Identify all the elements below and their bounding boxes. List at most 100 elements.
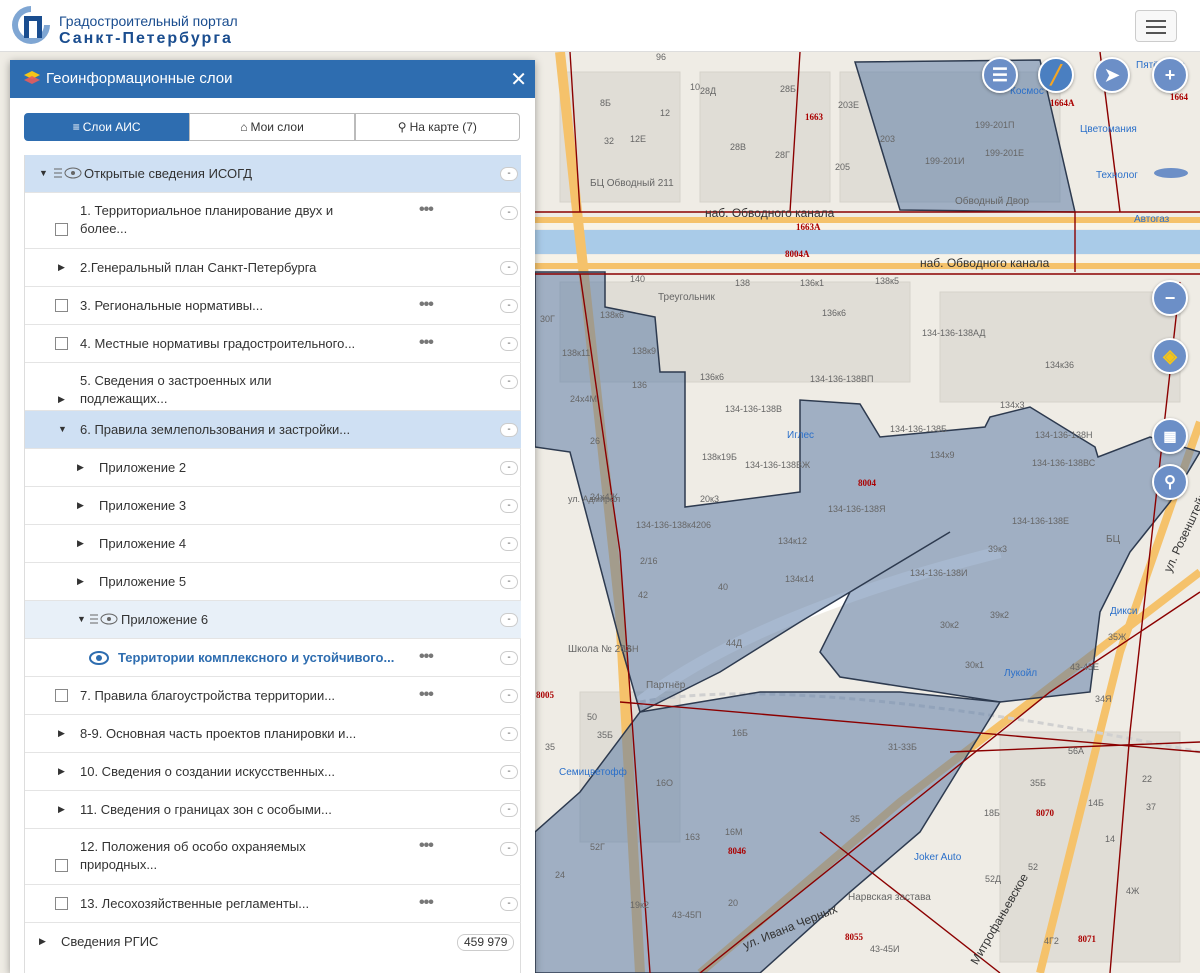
tree-item[interactable]: ▶ 2.Генеральный план Санкт-Петербурга - (25, 249, 521, 287)
tree-item-label: Территории комплексного и устойчивого... (118, 650, 395, 665)
opacity-toggle[interactable]: - (500, 689, 518, 703)
layer-checkbox[interactable] (55, 897, 68, 910)
poi-label: Иглес (787, 430, 815, 441)
opacity-toggle[interactable]: - (500, 842, 518, 856)
expand-arrow-icon[interactable]: ▶ (77, 462, 84, 473)
expand-arrow-icon[interactable]: ▶ (58, 262, 65, 273)
opacity-toggle[interactable]: - (500, 537, 518, 551)
search-button[interactable]: ⚲ (1152, 464, 1188, 500)
expand-arrow-icon[interactable]: ▶ (77, 500, 84, 511)
opacity-toggle[interactable]: - (500, 575, 518, 589)
opacity-toggle[interactable]: - (500, 651, 518, 665)
building-number-label: 4Г2 (1044, 936, 1059, 946)
opacity-toggle[interactable]: - (500, 765, 518, 779)
tree-item[interactable]: ▶ Приложение 4 - (25, 525, 521, 563)
cadastral-label: 8071 (1078, 934, 1096, 944)
opacity-toggle[interactable]: - (500, 499, 518, 513)
eye-icon[interactable] (89, 651, 109, 665)
tree-item[interactable]: 3. Региональные нормативы... ••• - (25, 287, 521, 325)
tree-item[interactable]: 4. Местные нормативы градостроительного.… (25, 325, 521, 363)
portal-logo-icon[interactable] (10, 4, 52, 46)
tree-item[interactable]: 7. Правила благоустройства территории...… (25, 677, 521, 715)
tree-group-isogd[interactable]: ▼ Открытые сведения ИСОГД - (25, 155, 521, 193)
layers-button[interactable]: ◈ (1152, 338, 1188, 374)
zoom-in-button[interactable]: + (1152, 57, 1188, 93)
layer-checkbox[interactable] (55, 859, 68, 872)
opacity-toggle[interactable]: - (500, 423, 518, 437)
opacity-toggle[interactable]: - (500, 261, 518, 275)
building-number-label: 138к9 (632, 346, 656, 356)
building-number-label: 199-201П (975, 120, 1015, 130)
opacity-toggle[interactable]: - (500, 167, 518, 181)
tab-ais-layers[interactable]: ≡ Слои АИС (24, 113, 190, 141)
layer-checkbox[interactable] (55, 337, 68, 350)
basemap-button[interactable]: ▦ (1152, 418, 1188, 454)
expand-arrow-icon[interactable]: ▶ (58, 804, 65, 815)
opacity-toggle[interactable]: - (500, 803, 518, 817)
poi-label: Космос (1010, 86, 1044, 97)
opacity-toggle[interactable]: - (500, 299, 518, 313)
collapse-arrow-icon[interactable]: ▼ (39, 168, 48, 178)
tree-item[interactable]: ▶ Приложение 5 - (25, 563, 521, 601)
close-icon[interactable]: ✕ (510, 67, 527, 92)
tree-item-label-cont: более... (80, 221, 128, 236)
tab-on-map[interactable]: ⚲ На карте (7) (354, 113, 520, 141)
tree-item[interactable]: ▶ Приложение 3 - (25, 487, 521, 525)
tree-item-label: 10. Сведения о создании искусственных... (80, 764, 335, 779)
more-options-icon[interactable]: ••• (419, 334, 434, 352)
tab-my-layers[interactable]: ⌂ Мои слои (189, 113, 355, 141)
expand-arrow-icon[interactable]: ▶ (39, 936, 46, 947)
building-number-label: 136 (632, 380, 648, 390)
tree-item[interactable]: ▶ 8-9. Основная часть проектов планировк… (25, 715, 521, 753)
tree-item-label: 3. Региональные нормативы... (80, 298, 263, 313)
building-number-label: 16М (725, 827, 743, 837)
tree-item[interactable]: ▶ 11. Сведения о границах зон с особыми.… (25, 791, 521, 829)
zoom-slider-handle[interactable] (1154, 168, 1188, 178)
layer-visibility-icon[interactable] (89, 612, 119, 626)
layer-visibility-icon[interactable] (53, 166, 83, 180)
expand-arrow-icon[interactable]: ▶ (77, 576, 84, 587)
tree-item[interactable]: 13. Лесохозяйственные регламенты... ••• … (25, 885, 521, 923)
layer-checkbox[interactable] (55, 689, 68, 702)
building-number-label: 30к2 (940, 620, 959, 630)
opacity-toggle[interactable]: - (500, 206, 518, 220)
zoom-out-button[interactable]: − (1152, 280, 1188, 316)
opacity-toggle[interactable]: - (500, 375, 518, 389)
tab-label: Мои слои (250, 120, 304, 134)
tree-group-rgis[interactable]: ▶ Сведения РГИС 459 979 (25, 923, 521, 961)
tree-item[interactable]: ▶ Приложение 2 - (25, 449, 521, 487)
more-options-icon[interactable]: ••• (419, 648, 434, 666)
collapse-arrow-icon[interactable]: ▼ (58, 424, 67, 434)
measure-tool-button[interactable]: ╱ (1038, 57, 1074, 93)
tree-item[interactable]: 1. Территориальное планирование двух и б… (25, 193, 521, 249)
tree-item[interactable]: ▶ 5. Сведения о застроенных или подлежащ… (25, 363, 521, 411)
opacity-toggle[interactable]: - (500, 461, 518, 475)
more-options-icon[interactable]: ••• (419, 201, 434, 219)
layer-checkbox[interactable] (55, 299, 68, 312)
legend-list-button[interactable]: ☰ (982, 57, 1018, 93)
opacity-toggle[interactable]: - (500, 727, 518, 741)
opacity-toggle[interactable]: - (500, 897, 518, 911)
tree-group-appendix6[interactable]: ▼ Приложение 6 - (25, 601, 521, 639)
more-options-icon[interactable]: ••• (419, 837, 434, 855)
collapse-arrow-icon[interactable]: ▼ (77, 614, 86, 624)
tree-item-active-layer[interactable]: Территории комплексного и устойчивого...… (25, 639, 521, 677)
more-options-icon[interactable]: ••• (419, 894, 434, 912)
hamburger-menu-button[interactable] (1135, 10, 1177, 42)
layer-checkbox[interactable] (55, 223, 68, 236)
tree-item[interactable]: 12. Положения об особо охраняемых природ… (25, 829, 521, 885)
tree-group-zoning[interactable]: ▼ 6. Правила землепользования и застройк… (25, 411, 521, 449)
poi-label: БЦ (1106, 534, 1120, 545)
expand-arrow-icon[interactable]: ▶ (77, 538, 84, 549)
more-options-icon[interactable]: ••• (419, 296, 434, 314)
building-number-label: 37 (1146, 802, 1157, 812)
opacity-toggle[interactable]: - (500, 337, 518, 351)
more-options-icon[interactable]: ••• (419, 686, 434, 704)
expand-arrow-icon[interactable]: ▶ (58, 728, 65, 739)
locate-button[interactable]: ➤ (1094, 57, 1130, 93)
building-number-label: 42 (638, 590, 649, 600)
tree-item[interactable]: ▶ 10. Сведения о создании искусственных.… (25, 753, 521, 791)
opacity-toggle[interactable]: - (500, 613, 518, 627)
expand-arrow-icon[interactable]: ▶ (58, 394, 65, 405)
expand-arrow-icon[interactable]: ▶ (58, 766, 65, 777)
